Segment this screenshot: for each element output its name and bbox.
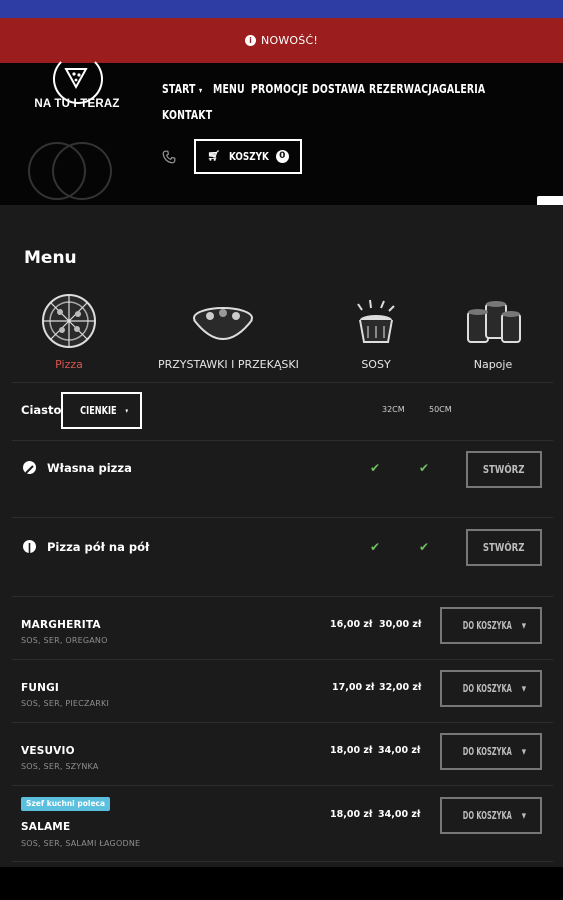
category-sauces[interactable]: SOSY: [350, 358, 402, 371]
category-appetizers[interactable]: PRZYSTAWKI I PRZEKĄSKI: [158, 358, 299, 371]
cart-count-badge: 0: [275, 150, 289, 163]
custom-pizza-title: Własna pizza: [47, 461, 132, 475]
page-title: Menu: [24, 248, 77, 268]
decorative-ring: [52, 142, 112, 200]
pizza-name: FUNGI: [21, 682, 60, 694]
divider: [12, 785, 553, 786]
check-icon: ✔: [419, 540, 430, 554]
divider: [12, 659, 553, 660]
news-label: NOWOŚĆ!: [261, 34, 318, 47]
divider: [12, 517, 553, 518]
phone-icon[interactable]: [162, 150, 176, 168]
nav-menu[interactable]: MENU: [213, 82, 245, 96]
add-to-cart-button[interactable]: DO KOSZYKA ▾: [440, 733, 542, 770]
nav-rezerwacja[interactable]: REZERWACJA: [369, 82, 439, 96]
pizza-name: VESUVIO: [21, 745, 75, 757]
add-to-cart-button[interactable]: DO KOSZYKA ▾: [440, 670, 542, 707]
divider: [12, 382, 553, 383]
sauce-cup-icon[interactable]: [350, 298, 402, 352]
price-small: 17,00 zł: [332, 682, 375, 693]
pizza-icon[interactable]: [40, 292, 98, 354]
dough-select[interactable]: CIENKIE ▾: [61, 392, 142, 429]
cart-icon: 🛒︎: [207, 151, 220, 162]
check-icon: ✔: [370, 540, 381, 554]
pizza-description: SOS, SER, SALAMI ŁAGODNE: [21, 839, 141, 848]
cart-label: KOSZYK: [228, 150, 269, 163]
check-icon: ✔: [370, 461, 381, 475]
system-status-bar: [0, 0, 563, 18]
price-small: 18,00 zł: [330, 745, 373, 756]
pizza-name: MARGHERITA: [21, 619, 101, 631]
divider: [12, 861, 553, 862]
dough-label: Ciasto: [21, 403, 62, 417]
pizza-description: SOS, SER, OREGANO: [21, 636, 108, 645]
pizza-description: SOS, SER, PIECZARKI: [21, 699, 110, 708]
pizza-logo-icon[interactable]: [53, 54, 103, 104]
create-custom-pizza-button[interactable]: STWÓRZ: [466, 451, 542, 488]
create-half-half-pizza-button[interactable]: STWÓRZ: [466, 529, 542, 566]
ban-icon: [23, 461, 36, 474]
nav-galeria[interactable]: GALERIA: [439, 82, 485, 96]
add-to-cart-button[interactable]: DO KOSZYKA ▾: [440, 607, 542, 644]
footer: [0, 867, 563, 900]
pizza-name: SALAME: [21, 821, 71, 833]
size-small-label: 32CM: [382, 405, 405, 414]
nav-dostawa[interactable]: DOSTAWA: [312, 82, 365, 96]
half-half-pizza-title: Pizza pół na pół: [47, 540, 150, 554]
price-large: 34,00 zł: [378, 745, 421, 756]
category-drinks[interactable]: Napoje: [462, 358, 524, 371]
price-large: 30,00 zł: [379, 619, 422, 630]
price-large: 32,00 zł: [379, 682, 422, 693]
chevron-down-icon: ▾: [125, 406, 128, 415]
nav-start[interactable]: START ▾: [162, 82, 202, 96]
info-icon: i: [245, 35, 257, 46]
pizza-description: SOS, SER, SZYNKA: [21, 762, 99, 771]
cart-button[interactable]: 🛒︎ KOSZYK 0: [194, 139, 302, 174]
price-small: 16,00 zł: [330, 619, 373, 630]
category-pizza[interactable]: Pizza: [40, 358, 98, 371]
brand-name[interactable]: NA TU I TERAZ: [30, 98, 124, 110]
price-small: 18,00 zł: [330, 809, 373, 820]
nav-promocje[interactable]: PROMOCJE: [251, 82, 308, 96]
chef-recommends-badge: Szef kuchni poleca: [21, 797, 111, 811]
price-large: 34,00 zł: [378, 809, 421, 820]
size-large-label: 50CM: [429, 405, 452, 414]
drinks-icon[interactable]: [464, 298, 524, 354]
half-half-icon: [23, 540, 36, 554]
divider: [12, 722, 553, 723]
salad-bowl-icon[interactable]: [192, 302, 254, 352]
nav-kontakt[interactable]: KONTAKT: [162, 108, 212, 122]
divider: [12, 596, 553, 597]
add-to-cart-button[interactable]: DO KOSZYKA ▾: [440, 797, 542, 834]
divider: [12, 440, 553, 441]
check-icon: ✔: [419, 461, 430, 475]
